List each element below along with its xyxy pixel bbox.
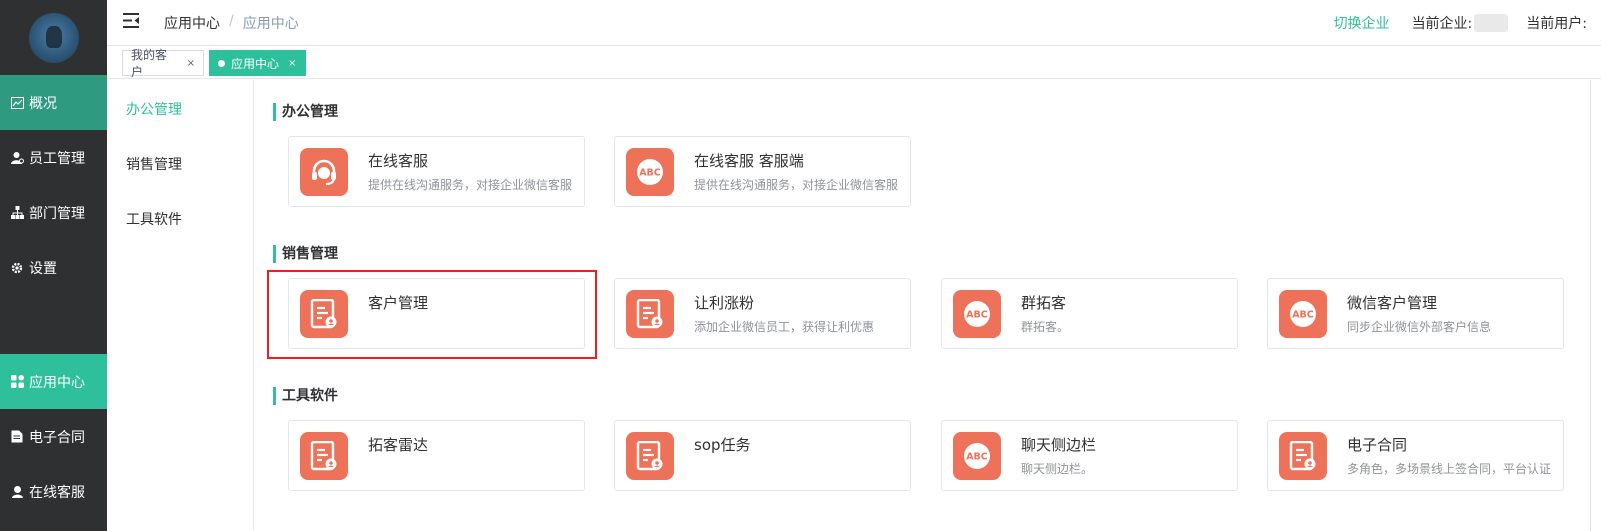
breadcrumb: 应用中心 / 应用中心 xyxy=(164,13,299,33)
org-icon xyxy=(10,206,24,220)
sidebar-item-label: 概况 xyxy=(29,95,57,112)
sidebar-item-staff[interactable]: 员工管理 xyxy=(0,130,107,185)
abc-icon: ABC xyxy=(1279,290,1327,338)
form-icon xyxy=(626,432,674,480)
sidebar-item-settings[interactable]: 设置 xyxy=(0,240,107,295)
chart-icon xyxy=(10,96,24,110)
app-card-name: 聊天侧边栏 xyxy=(1021,436,1097,454)
app-card[interactable]: ABC 群拓客 群拓客。 xyxy=(941,278,1238,349)
form-icon xyxy=(300,290,348,338)
current-user-label: 当前用户: xyxy=(1526,16,1587,32)
svg-text:ABC: ABC xyxy=(639,168,661,179)
sidebar-item-app-center[interactable]: 应用中心 xyxy=(0,354,107,409)
app-card-desc: 同步企业微信外部客户信息 xyxy=(1347,320,1492,334)
sidebar-item-label: 电子合同 xyxy=(29,429,85,446)
app-card-name: 在线客服 xyxy=(368,152,429,170)
avatar[interactable] xyxy=(28,12,79,63)
headset-icon xyxy=(300,148,348,196)
breadcrumb-separator: / xyxy=(229,13,234,29)
app-card-name: 客户管理 xyxy=(368,294,429,312)
avatar-area xyxy=(0,0,107,75)
sidebar-item-department[interactable]: 部门管理 xyxy=(0,185,107,240)
app-card[interactable]: ABC 在线客服 客服端 提供在线沟通服务，对接企业微信客服 xyxy=(614,136,911,207)
category-sales[interactable]: 销售管理 xyxy=(126,154,182,174)
support-icon xyxy=(10,485,24,499)
category-tools[interactable]: 工具软件 xyxy=(126,209,182,229)
scrollbar-track[interactable] xyxy=(1590,80,1591,531)
form-icon xyxy=(300,432,348,480)
app-card-desc: 添加企业微信员工，获得让利优惠 xyxy=(694,320,875,334)
apps-icon xyxy=(10,375,24,389)
abc-icon: ABC xyxy=(626,148,674,196)
section-title: 工具软件 xyxy=(273,387,338,405)
app-card-name: sop任务 xyxy=(694,436,751,454)
abc-icon: ABC xyxy=(953,290,1001,338)
app-card[interactable]: ABC 微信客户管理 同步企业微信外部客户信息 xyxy=(1267,278,1564,349)
app-card-desc: 提供在线沟通服务，对接企业微信客服 xyxy=(694,178,899,192)
user-icon xyxy=(10,151,24,165)
sidebar-item-label: 设置 xyxy=(29,260,57,277)
sidebar: 概况 员工管理 部门管理 设置 应用中心 电子合同 在线客服 xyxy=(0,0,107,531)
app-card-desc: 提供在线沟通服务，对接企业微信客服 xyxy=(368,178,573,192)
app-card[interactable]: 在线客服 提供在线沟通服务，对接企业微信客服 xyxy=(288,136,585,207)
app-card[interactable]: ABC 聊天侧边栏 聊天侧边栏。 xyxy=(941,420,1238,491)
breadcrumb-item-current: 应用中心 xyxy=(242,16,299,32)
sidebar-item-label: 在线客服 xyxy=(29,484,85,501)
app-card[interactable]: 拓客雷达 xyxy=(288,420,585,491)
sidebar-item-label: 员工管理 xyxy=(29,150,85,167)
form-icon xyxy=(626,290,674,338)
sidebar-item-e-contract[interactable]: 电子合同 xyxy=(0,409,107,464)
app-card[interactable]: 客户管理 xyxy=(288,278,585,349)
active-dot-icon xyxy=(218,59,225,67)
app-card-name: 群拓客 xyxy=(1021,294,1067,312)
sidebar-item-label: 部门管理 xyxy=(29,205,85,222)
svg-text:ABC: ABC xyxy=(966,452,988,463)
app-card-name: 微信客户管理 xyxy=(1347,294,1438,312)
svg-text:ABC: ABC xyxy=(1292,310,1314,321)
app-card-desc: 群拓客。 xyxy=(1021,320,1070,334)
tags-view: 我的客户 × 应用中心 × xyxy=(107,46,1601,79)
sidebar-item-online-service[interactable]: 在线客服 xyxy=(0,464,107,519)
app-card-desc: 聊天侧边栏。 xyxy=(1021,462,1094,476)
header-right: 切换企业 当前企业: 当前用户: xyxy=(1334,13,1587,33)
app-card-name: 电子合同 xyxy=(1347,436,1408,454)
app-card[interactable]: sop任务 xyxy=(614,420,911,491)
current-enterprise-label: 当前企业: xyxy=(1411,16,1473,32)
menu-toggle-icon[interactable] xyxy=(123,13,139,29)
section-title: 办公管理 xyxy=(273,103,338,121)
switch-enterprise-link[interactable]: 切换企业 xyxy=(1334,13,1390,33)
section-title: 销售管理 xyxy=(273,245,338,263)
close-icon[interactable]: × xyxy=(288,58,296,69)
app-card-desc: 多角色，多场景线上签合同，平台认证 xyxy=(1347,462,1552,476)
app-card[interactable]: 电子合同 多角色，多场景线上签合同，平台认证 xyxy=(1267,420,1564,491)
close-icon[interactable]: × xyxy=(187,58,195,69)
tab-label: 应用中心 xyxy=(231,56,280,71)
gear-icon xyxy=(10,261,24,275)
form-icon xyxy=(1279,432,1327,480)
tab-label: 我的客户 xyxy=(131,48,168,79)
current-enterprise-value xyxy=(1474,14,1509,32)
abc-icon: ABC xyxy=(953,432,1001,480)
document-icon xyxy=(10,430,24,444)
breadcrumb-item[interactable]: 应用中心 xyxy=(164,13,220,33)
app-card-name: 拓客雷达 xyxy=(368,436,429,454)
app-card[interactable]: 让利涨粉 添加企业微信员工，获得让利优惠 xyxy=(614,278,911,349)
sidebar-item-overview[interactable]: 概况 xyxy=(0,75,107,130)
tab-app-center[interactable]: 应用中心 × xyxy=(209,50,306,76)
svg-text:ABC: ABC xyxy=(966,310,988,321)
tab-my-customers[interactable]: 我的客户 × xyxy=(122,48,204,79)
app-card-name: 让利涨粉 xyxy=(694,294,755,312)
sidebar-item-label: 应用中心 xyxy=(29,374,85,391)
app-root: 概况 员工管理 部门管理 设置 应用中心 电子合同 在线客服 应用中心 / 应用… xyxy=(0,0,1601,531)
app-card-name: 在线客服 客服端 xyxy=(694,152,804,170)
top-header: 应用中心 / 应用中心 切换企业 当前企业: 当前用户: xyxy=(107,0,1601,46)
category-office[interactable]: 办公管理 xyxy=(126,99,182,119)
category-nav: 办公管理 销售管理 工具软件 xyxy=(107,80,254,531)
